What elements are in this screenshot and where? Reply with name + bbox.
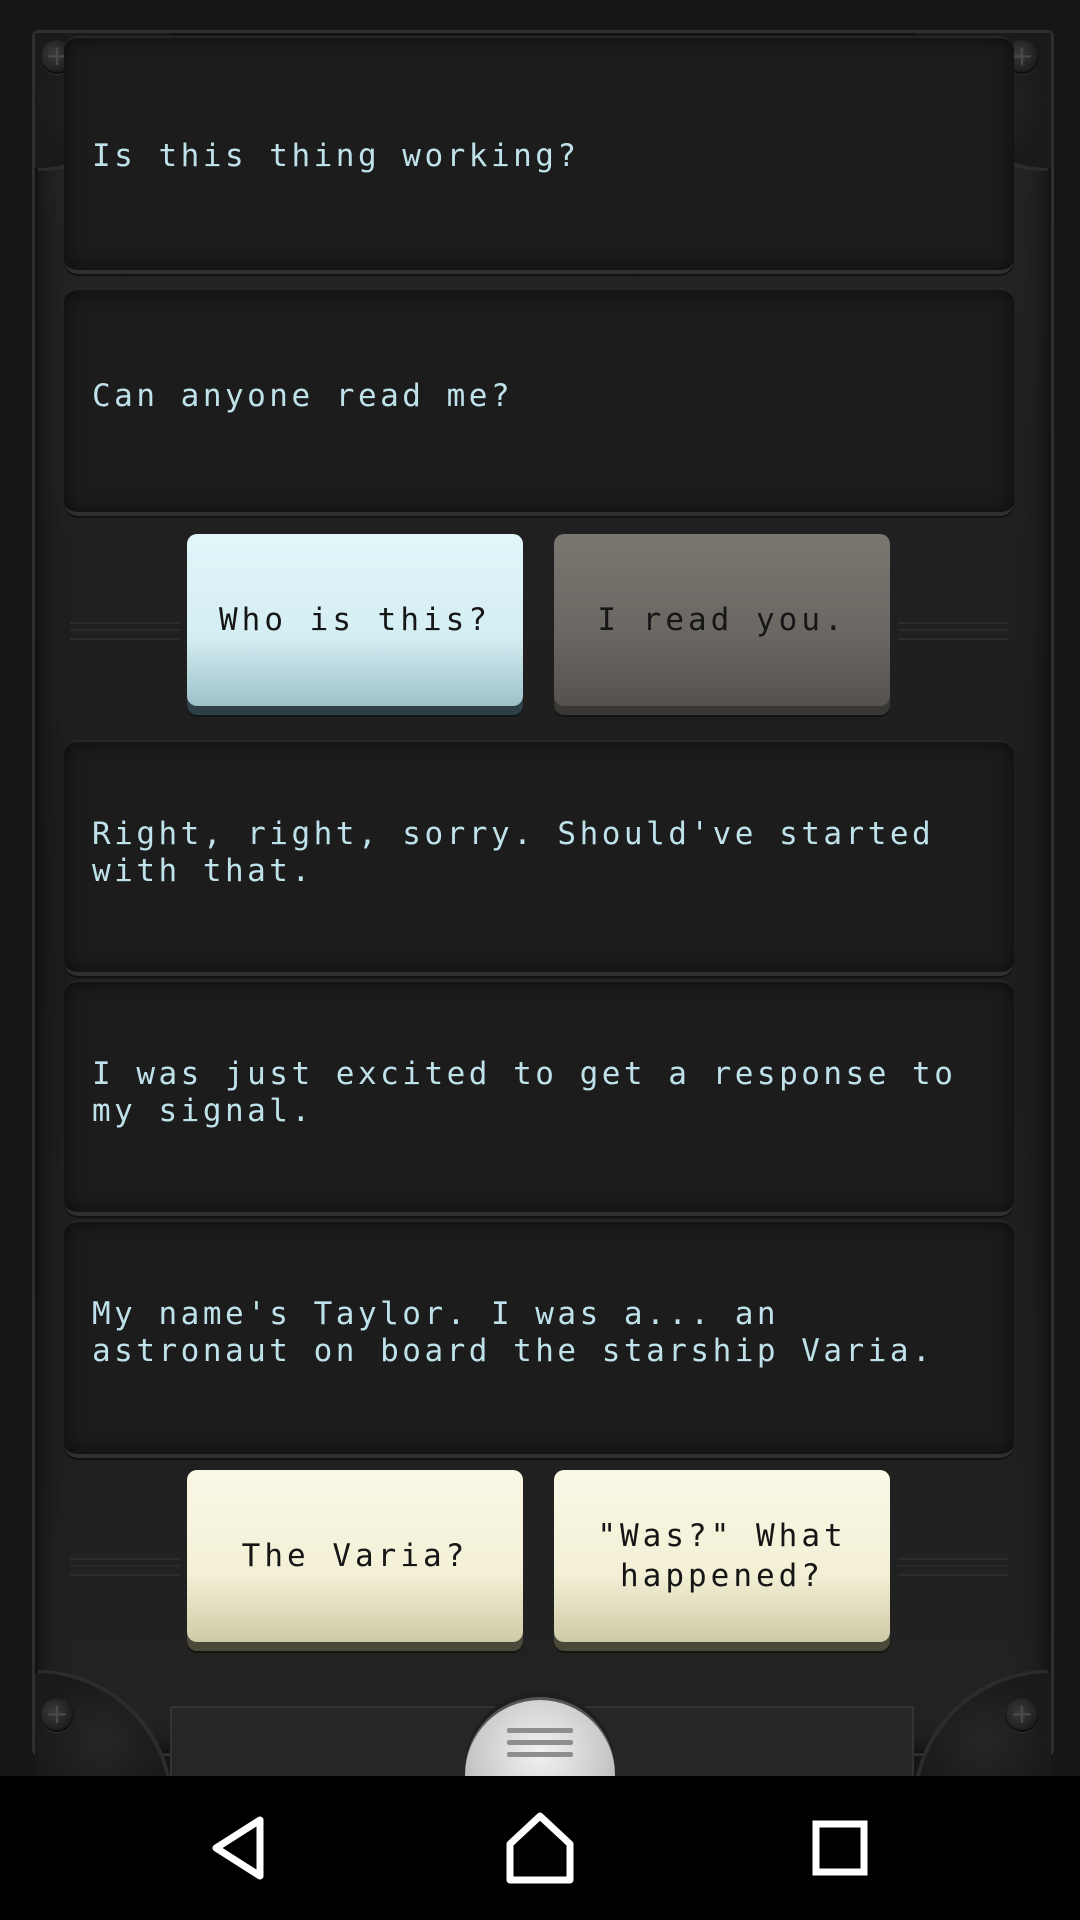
message-text: Can anyone read me? xyxy=(92,378,514,414)
system-nav-bar xyxy=(0,1776,1080,1920)
hamburger-icon-line xyxy=(507,1740,573,1745)
rail-divider xyxy=(70,1558,180,1576)
hamburger-icon xyxy=(507,1728,573,1733)
choice-row: Who is this? I read you. xyxy=(64,534,1014,714)
recents-icon[interactable] xyxy=(790,1798,890,1898)
hamburger-icon-line xyxy=(507,1752,573,1757)
message-panel: Right, right, sorry. Should've started w… xyxy=(64,740,1014,976)
message-panel: Can anyone read me? xyxy=(64,288,1014,516)
choice-button-what-happened[interactable]: "Was?" What happened? xyxy=(554,1470,890,1642)
message-text: Is this thing working? xyxy=(92,138,580,174)
home-icon[interactable] xyxy=(490,1798,590,1898)
rail-divider xyxy=(70,622,180,640)
rail-divider xyxy=(898,1558,1008,1576)
game-screen: + + + + Is this thing working? Can anyon… xyxy=(0,0,1080,1776)
screw-icon: + xyxy=(1005,1698,1039,1732)
message-panel: Is this thing working? xyxy=(64,36,1014,274)
choice-button-the-varia[interactable]: The Varia? xyxy=(187,1470,523,1642)
screw-icon: + xyxy=(40,1698,74,1732)
message-text: Right, right, sorry. Should've started w… xyxy=(92,816,935,889)
choice-button-i-read-you[interactable]: I read you. xyxy=(554,534,890,706)
rail-divider xyxy=(898,622,1008,640)
back-icon[interactable] xyxy=(190,1798,290,1898)
message-panel: My name's Taylor. I was a... an astronau… xyxy=(64,1220,1014,1458)
message-text: I was just excited to get a response to … xyxy=(92,1056,957,1129)
message-panel: I was just excited to get a response to … xyxy=(64,980,1014,1216)
choice-button-who-is-this[interactable]: Who is this? xyxy=(187,534,523,706)
choice-row: The Varia? "Was?" What happened? xyxy=(64,1470,1014,1650)
message-text: My name's Taylor. I was a... an astronau… xyxy=(92,1296,935,1369)
